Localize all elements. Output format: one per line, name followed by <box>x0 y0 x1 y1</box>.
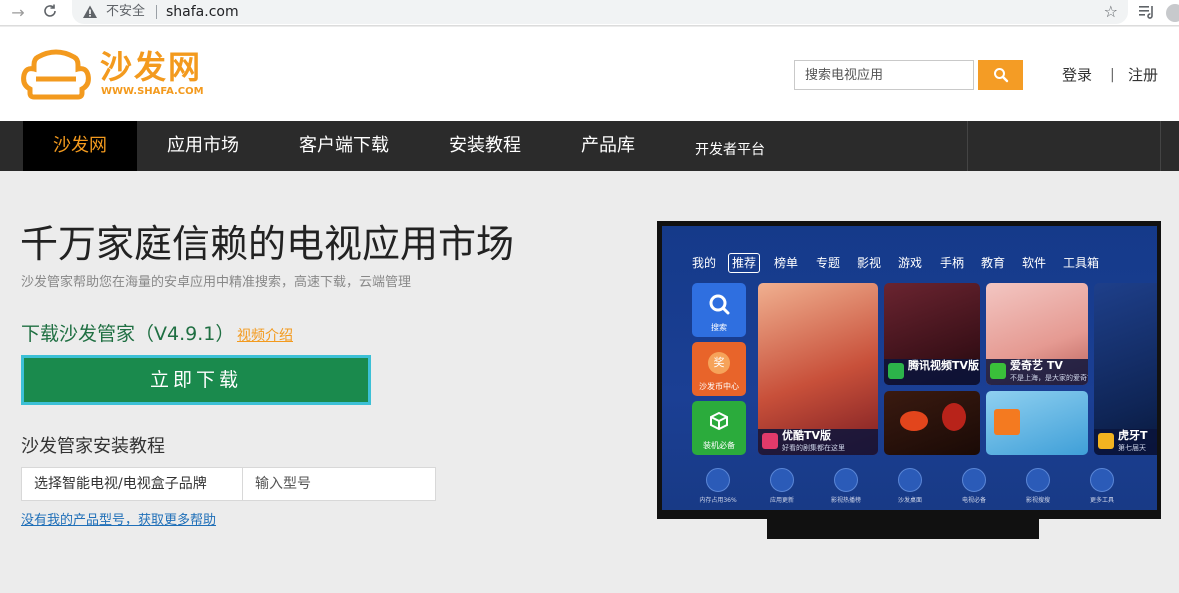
download-button[interactable]: 立即下载 <box>21 355 371 405</box>
tv-app-name: 爱奇艺 TV <box>1010 359 1063 372</box>
tv-app-iqiyi: 爱奇艺 TV 不是上海，是大家的爱奇艺 <box>986 283 1088 385</box>
bookmark-star-icon[interactable]: ☆ <box>1104 2 1118 22</box>
tv-tile-label: 搜索 <box>711 323 727 332</box>
sofa-logo-icon[interactable] <box>20 49 92 101</box>
search-icon <box>1026 468 1050 492</box>
tv-menu-item: 教育 <box>981 256 1006 270</box>
tutorial-title: 沙发管家安装教程 <box>21 436 165 457</box>
nav-item-app-market[interactable]: 应用市场 <box>148 121 258 171</box>
tv-app-desc: 不是上海，是大家的爱奇艺 <box>1010 374 1088 382</box>
huya-icon <box>1098 433 1114 449</box>
sofa-icon <box>898 468 922 492</box>
page-headline: 千万家庭信赖的电视应用市场 <box>20 222 515 266</box>
tv-menu-item: 软件 <box>1022 256 1047 270</box>
reading-list-icon[interactable] <box>1138 4 1156 20</box>
tv-app-name: 腾讯视频TV版 <box>908 359 980 372</box>
tv-app-desc: 好看的剧集都在这里 <box>782 444 845 452</box>
model-input[interactable] <box>243 467 436 501</box>
tv-menu-item: 工具箱 <box>1063 256 1100 270</box>
rocket-icon <box>706 468 730 492</box>
tv-menu-item: 手柄 <box>940 256 965 270</box>
warning-icon[interactable] <box>82 4 98 20</box>
nav-item-client-download[interactable]: 客户端下载 <box>284 121 404 171</box>
iqiyi-icon <box>990 363 1006 379</box>
tv-tile-essentials: 装机必备 <box>692 401 746 455</box>
search-button[interactable] <box>978 60 1023 90</box>
update-icon <box>770 468 794 492</box>
tv-tool: 应用更新 <box>756 468 808 504</box>
nav-item-developer-platform[interactable]: 开发者平台 <box>680 125 780 175</box>
search-input[interactable] <box>794 60 974 90</box>
nav-divider <box>1160 121 1161 171</box>
browser-toolbar: → 不安全 shafa.com ☆ <box>0 0 1179 26</box>
tv-toolbar: 内存占用36% 应用更新 影视热播榜 沙发桌面 电视必备 影视搜搜 更多工具 <box>692 468 1157 508</box>
nav-item-home[interactable]: 沙发网 <box>23 121 137 171</box>
tv-icon <box>962 468 986 492</box>
logo-text[interactable]: 沙发网 <box>100 47 202 87</box>
header-separator: | <box>1110 67 1115 83</box>
mango-tv-icon <box>994 409 1020 435</box>
youku-icon <box>762 433 778 449</box>
profile-avatar-icon[interactable] <box>1166 4 1179 22</box>
tv-tool: 更多工具 <box>1076 468 1128 504</box>
tv-menu-item: 影视 <box>857 256 882 270</box>
tv-app-name: 优酷TV版 <box>782 429 832 442</box>
box-icon <box>710 411 728 431</box>
coin-icon: 奖 <box>708 352 730 374</box>
tv-tool: 电视必备 <box>948 468 1000 504</box>
brand-select[interactable]: 选择智能电视/电视盒子品牌 <box>21 467 243 501</box>
tv-stand <box>767 519 1039 539</box>
tv-illustration: 我的 推荐 榜单 专题 影视 游戏 手柄 教育 软件 工具箱 搜索 奖 沙发币中… <box>657 221 1161 519</box>
tv-menu-item: 游戏 <box>898 256 923 270</box>
url-text[interactable]: shafa.com <box>166 3 239 21</box>
tv-tool: 影视热播榜 <box>820 468 872 504</box>
search-icon <box>709 294 730 315</box>
tv-app-huya: 虎牙T 第七届天 <box>1094 283 1157 455</box>
address-separator <box>156 5 157 19</box>
crown-icon <box>834 468 858 492</box>
tv-menu-item: 我的 <box>692 256 717 270</box>
tv-app-youku: 优酷TV版 好看的剧集都在这里 <box>758 283 878 455</box>
nav-divider <box>967 121 968 171</box>
tv-menu-item: 专题 <box>816 256 841 270</box>
tv-tool: 影视搜搜 <box>1012 468 1064 504</box>
tv-tile-coin-center: 奖 沙发币中心 <box>692 342 746 396</box>
nav-item-install-tutorial[interactable]: 安装教程 <box>436 121 534 171</box>
tencent-video-icon <box>888 363 904 379</box>
tv-app-game <box>884 391 980 455</box>
tv-menu-item: 推荐 <box>728 253 761 273</box>
video-intro-link[interactable]: 视频介绍 <box>237 326 293 346</box>
more-icon <box>1090 468 1114 492</box>
tv-screen: 我的 推荐 榜单 专题 影视 游戏 手柄 教育 软件 工具箱 搜索 奖 沙发币中… <box>662 226 1157 510</box>
download-title: 下载沙发管家（V4.9.1） <box>21 323 235 345</box>
tv-app-mango <box>986 391 1088 455</box>
page-subheadline: 沙发管家帮助您在海量的安卓应用中精准搜索，高速下载，云端管理 <box>21 275 412 290</box>
tv-app-name: 虎牙T <box>1118 429 1148 442</box>
forward-arrow-icon[interactable]: → <box>8 3 28 23</box>
tv-app-tencent: 腾讯视频TV版 <box>884 283 980 385</box>
register-link[interactable]: 注册 <box>1128 65 1158 85</box>
tv-app-desc: 第七届天 <box>1118 444 1146 452</box>
tv-tile-label: 沙发币中心 <box>699 382 739 391</box>
address-bar[interactable]: 不安全 shafa.com ☆ <box>72 0 1128 24</box>
tv-tile-label: 装机必备 <box>703 441 735 450</box>
search-icon <box>993 68 1008 83</box>
tv-tool: 沙发桌面 <box>884 468 936 504</box>
help-link[interactable]: 没有我的产品型号，获取更多帮助 <box>21 512 216 530</box>
site-header: 沙发网 WWW.SHAFA.COM 登录 | 注册 <box>0 27 1179 121</box>
tv-tool: 内存占用36% <box>692 468 744 504</box>
main-nav: 沙发网 应用市场 客户端下载 安装教程 产品库 开发者平台 <box>0 121 1179 171</box>
insecure-label: 不安全 <box>106 4 146 19</box>
nav-item-product-library[interactable]: 产品库 <box>568 121 648 171</box>
logo-domain: WWW.SHAFA.COM <box>101 86 204 97</box>
reload-icon[interactable] <box>40 3 60 23</box>
tv-menu-item: 榜单 <box>774 256 799 270</box>
login-link[interactable]: 登录 <box>1062 65 1092 85</box>
tv-tile-search: 搜索 <box>692 283 746 337</box>
dragon-art-icon <box>900 403 966 431</box>
